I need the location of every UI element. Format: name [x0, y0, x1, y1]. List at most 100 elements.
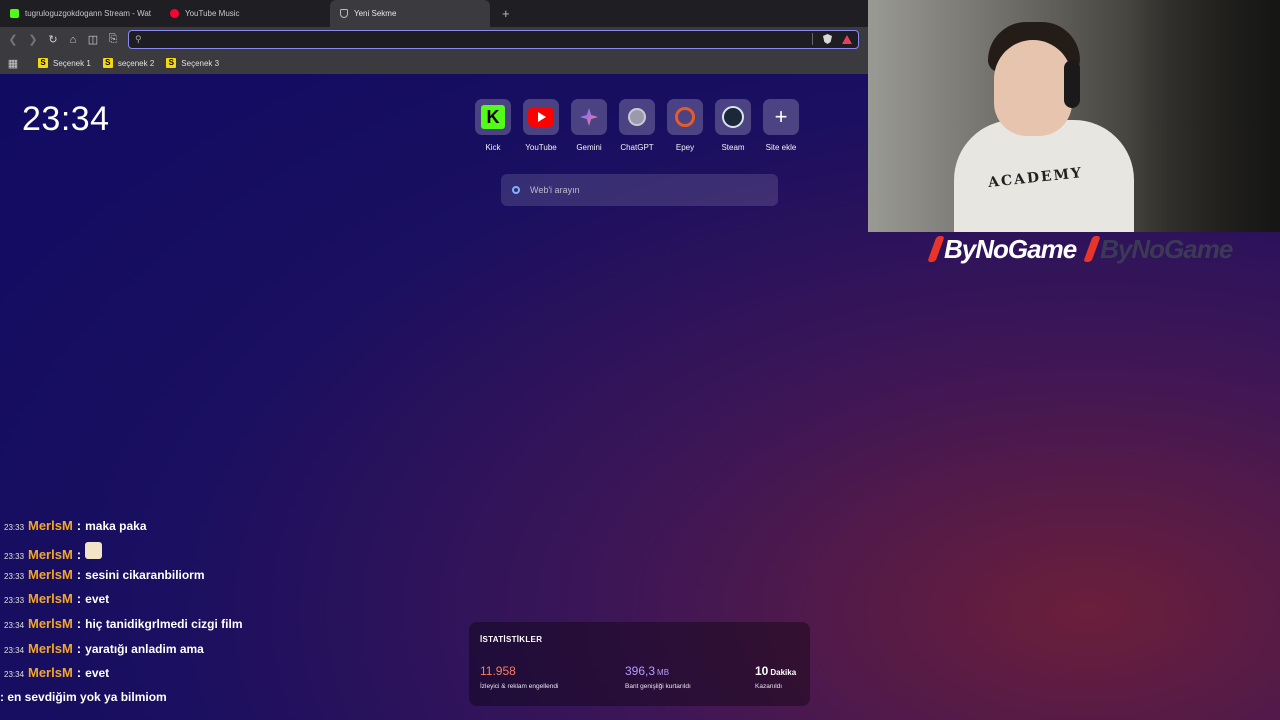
site-label: Steam: [721, 143, 745, 152]
chat-text: hiç tanidikgrlmedi cizgi film: [85, 617, 243, 631]
gemini-logo-icon: [580, 108, 598, 126]
stat-value: 11.958: [480, 664, 516, 678]
chat-time: 23:34: [4, 670, 25, 679]
tab-title: YouTube Music: [185, 9, 240, 18]
tab-youtube-music[interactable]: YouTube Music: [160, 0, 320, 27]
chat-message: 23:33 MerlsM: sesini cikaranbiliorm: [0, 567, 205, 582]
kick-icon: [10, 9, 19, 18]
stat-desc: Bant genişliği kurtarıldı: [625, 683, 691, 690]
reload-icon[interactable]: ↻: [43, 33, 63, 46]
divider: [812, 33, 813, 45]
address-input[interactable]: [147, 34, 788, 45]
streamer-head: [994, 40, 1072, 136]
brave-shields-icon[interactable]: [823, 34, 832, 44]
bookmark-item[interactable]: S seçenek 2: [102, 58, 155, 68]
bookmark-label: Seçenek 1: [53, 58, 91, 68]
chat-user: MerlsM: [28, 641, 73, 656]
top-site-youtube[interactable]: YouTube: [523, 99, 559, 152]
address-bar[interactable]: ⚲: [128, 30, 859, 49]
top-site-epey[interactable]: Epey: [667, 99, 703, 152]
site-tile: [619, 99, 655, 135]
tab-kick-stream[interactable]: tugruloguzgokdogann Stream - Wat: [0, 0, 160, 27]
top-sites: K Kick YouTube Gemini ChatGPT Epey Steam…: [475, 99, 799, 152]
chat-time: 23:33: [4, 596, 25, 605]
clock: 23:34: [22, 100, 110, 138]
forward-icon[interactable]: ❯: [23, 33, 43, 46]
tab-title: tugruloguzgokdogann Stream - Wat: [25, 9, 151, 18]
bookmark-item[interactable]: S Seçenek 1: [38, 58, 91, 68]
epey-logo-icon: [675, 107, 695, 127]
bookmark-s-icon: S: [102, 58, 113, 68]
top-site-chatgpt[interactable]: ChatGPT: [619, 99, 655, 152]
stat-time-saved: 10 Dakika Kazanıldı: [755, 662, 796, 690]
chat-user: MerlsM: [28, 547, 73, 562]
chat-text: evet: [85, 666, 110, 680]
chat-message: 23:34 MerlsM: evet: [0, 665, 109, 680]
add-site-button[interactable]: + Site ekle: [763, 99, 799, 152]
sidebar-icon[interactable]: ◫: [83, 33, 103, 46]
sponsor-logo: ByNoGame: [1083, 233, 1233, 265]
brave-rewards-icon[interactable]: [842, 34, 852, 44]
chat-text: maka paka: [85, 519, 147, 533]
chat-message: 23:34 MerlsM: hiç tanidikgrlmedi cizgi f…: [0, 616, 243, 631]
stat-unit: Dakika: [770, 668, 797, 677]
top-site-gemini[interactable]: Gemini: [571, 99, 607, 152]
site-label: ChatGPT: [620, 143, 654, 152]
web-search-input[interactable]: [530, 185, 760, 195]
tab-title: Yeni Sekme: [354, 9, 397, 18]
bookmark-label: Seçenek 3: [181, 58, 220, 68]
new-tab-button[interactable]: +: [502, 6, 510, 21]
stats-card: İSTATİSTİKLER 11.958 İzleyici & reklam e…: [469, 622, 810, 706]
bookmark-icon[interactable]: ⎘: [103, 33, 123, 46]
site-label: YouTube: [525, 143, 557, 152]
home-icon[interactable]: ⌂: [63, 34, 83, 46]
bookmark-s-icon: S: [166, 58, 177, 68]
youtube-logo-icon: [528, 107, 554, 127]
chat-message: 23:33 MerlsM: maka paka: [0, 518, 147, 533]
back-icon[interactable]: ❮: [3, 33, 23, 46]
chat-time: 23:33: [4, 523, 25, 532]
site-label: Epey: [675, 143, 695, 152]
top-site-steam[interactable]: Steam: [715, 99, 751, 152]
chat-text: yaratığı anladim ama: [85, 642, 204, 656]
bookmark-s-icon: S: [38, 58, 48, 68]
steam-logo-icon: [722, 106, 744, 128]
site-label: Kick: [485, 143, 501, 152]
chat-message: 23:33 MerlsM:: [0, 542, 103, 562]
chat-text: evet: [85, 592, 110, 606]
webcam-overlay: ACADEMY: [868, 0, 1280, 232]
chat-message: 23:34 MerlsM: yaratığı anladim ama: [0, 641, 204, 656]
stat-desc: Kazanıldı: [755, 683, 783, 690]
sponsor-name: ByNoGame: [944, 233, 1077, 264]
bynogame-logo-icon: [1083, 236, 1101, 262]
site-tile: K: [475, 99, 511, 135]
site-tile: [715, 99, 751, 135]
site-tile: [667, 99, 703, 135]
chat-user: MerlsM: [28, 616, 73, 631]
site-tile: [571, 99, 607, 135]
kick-logo-icon: K: [481, 105, 505, 129]
stats-title: İSTATİSTİKLER: [480, 635, 543, 644]
brave-icon: [340, 9, 348, 18]
site-tile: +: [763, 99, 799, 135]
youtube-music-icon: [170, 9, 179, 18]
top-site-kick[interactable]: K Kick: [475, 99, 511, 152]
chat-user: MerlsM: [28, 591, 73, 606]
chat-time: 23:33: [4, 552, 25, 561]
web-search-box[interactable]: [501, 174, 778, 206]
chat-message: : en sevdiğim yok ya bilmiom: [0, 690, 167, 704]
chat-time: 23:34: [4, 621, 25, 630]
chat-text: sesini cikaranbiliorm: [85, 568, 205, 582]
chat-text: : en sevdiğim yok ya bilmiom: [0, 690, 167, 704]
stat-value: 396,3: [625, 664, 656, 678]
stat-desc: İzleyici & reklam engellendi: [480, 683, 559, 690]
sponsor-logo: ByNoGame: [927, 233, 1077, 265]
tab-new-tab[interactable]: Yeni Sekme: [330, 0, 490, 27]
apps-grid-icon[interactable]: ▦: [0, 57, 26, 70]
sponsor-name: ByNoGame: [1100, 233, 1233, 264]
stat-blocked: 11.958 İzleyici & reklam engellendi: [480, 662, 558, 690]
bookmark-label: seçenek 2: [117, 58, 155, 68]
bookmark-item[interactable]: S Seçenek 3: [166, 58, 219, 68]
webcam-background: [1130, 0, 1280, 232]
bynogame-logo-icon: [927, 236, 945, 262]
